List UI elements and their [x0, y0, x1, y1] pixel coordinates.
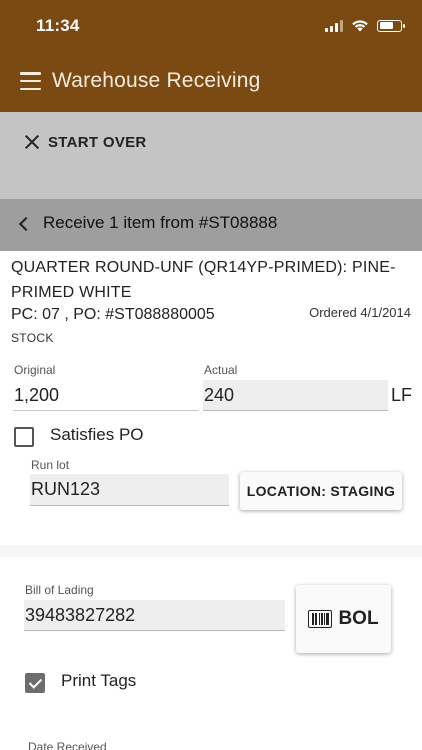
hamburger-menu-icon[interactable] — [20, 72, 41, 90]
satisfies-po-label: Satisfies PO — [50, 425, 144, 444]
bill-of-lading-label: Bill of Lading — [25, 583, 94, 597]
bol-scan-button[interactable]: BOL — [296, 585, 391, 653]
bol-button-label: BOL — [338, 608, 379, 629]
bill-of-lading-input[interactable]: 39483827282 — [24, 600, 285, 631]
item-pc-po: PC: 07 , PO: #ST088880005 — [11, 306, 215, 323]
app-bar: Warehouse Receiving — [0, 54, 422, 112]
wifi-icon — [352, 20, 368, 32]
actual-quantity-input[interactable]: 240 — [203, 380, 388, 411]
original-quantity-field: 1,200 — [13, 380, 198, 411]
original-label: Original — [14, 363, 56, 377]
back-header[interactable]: Receive 1 item from #ST08888 — [0, 199, 422, 251]
run-lot-input[interactable]: RUN123 — [30, 474, 229, 506]
item-type: STOCK — [11, 331, 54, 345]
start-over-bar: START OVER — [0, 112, 422, 199]
start-over-button[interactable]: START OVER — [16, 126, 155, 158]
barcode-icon — [308, 610, 333, 628]
print-tags-label: Print Tags — [61, 671, 137, 690]
unit-label: LF — [391, 385, 413, 405]
chevron-left-icon[interactable] — [18, 216, 34, 232]
battery-icon — [377, 19, 405, 32]
status-time: 11:34 — [36, 16, 80, 35]
run-lot-label: Run lot — [31, 458, 70, 472]
status-icons — [325, 19, 405, 32]
date-received-label: Date Received — [28, 740, 107, 750]
location-button[interactable]: LOCATION: STAGING — [240, 472, 402, 510]
status-bar: 11:34 — [0, 0, 422, 54]
satisfies-po-checkbox[interactable] — [14, 427, 34, 447]
item-ordered-date: Ordered 4/1/2014 — [309, 305, 411, 320]
cellular-signal-icon — [325, 19, 343, 32]
section-divider — [0, 545, 422, 557]
app-title: Warehouse Receiving — [52, 69, 261, 92]
close-icon — [24, 134, 40, 150]
receive-title: Receive 1 item from #ST08888 — [43, 213, 278, 232]
item-description: QUARTER ROUND-UNF (QR14YP-PRIMED): PINE-… — [11, 259, 396, 301]
location-button-label: LOCATION: STAGING — [246, 483, 396, 499]
print-tags-checkbox[interactable] — [25, 673, 45, 693]
start-over-label: START OVER — [48, 133, 147, 151]
actual-label: Actual — [204, 363, 238, 377]
